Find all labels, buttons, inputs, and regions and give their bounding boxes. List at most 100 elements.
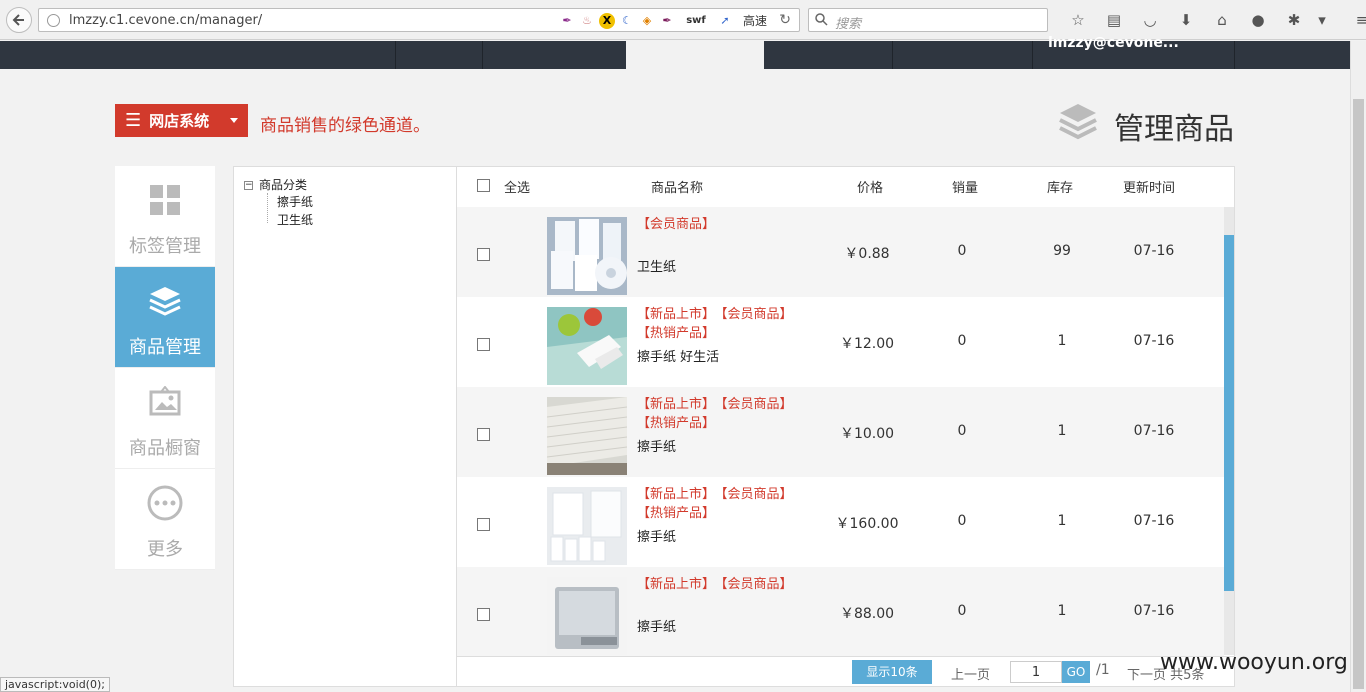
table-row[interactable]: 【会员商品】 卫生纸 ￥0.88 0 99 07-16 — [457, 207, 1224, 297]
menu-label: 商品管理 — [129, 337, 201, 358]
product-price: ￥88.00 — [839, 606, 895, 622]
address-bar[interactable]: lmzzy.c1.cevone.cn/manager/ ✒ ♨ X ☾ ◈ ✒ … — [38, 8, 800, 32]
tag-new: 【新品上市】 — [637, 487, 716, 502]
product-image[interactable] — [547, 577, 627, 655]
tag-member: 【会员商品】 — [637, 217, 716, 232]
dropdown-icon[interactable]: ▾ — [1312, 10, 1332, 30]
header-divider — [482, 41, 483, 69]
product-stock: 1 — [1057, 423, 1067, 439]
feather-icon[interactable]: ✒ — [559, 13, 575, 29]
row-checkbox[interactable] — [477, 248, 490, 261]
picture-icon — [149, 386, 181, 416]
x-addon-icon[interactable]: X — [599, 12, 615, 29]
product-stock: 1 — [1057, 603, 1067, 619]
menu-item-more[interactable]: 更多 — [115, 469, 215, 570]
product-name[interactable]: 擦手纸 — [637, 616, 676, 635]
chat-icon[interactable]: ● — [1240, 10, 1276, 30]
reload-icon[interactable]: ↻ — [779, 12, 791, 28]
grid-icon — [150, 185, 180, 215]
product-name[interactable]: 擦手纸 — [637, 436, 676, 455]
swirl-icon[interactable]: ☾ — [619, 13, 635, 29]
tag-hot: 【热销产品】 — [637, 506, 716, 521]
product-stock: 1 — [1057, 333, 1067, 349]
header-stock: 库存 — [1047, 181, 1074, 196]
browser-search-input[interactable]: 搜索 — [808, 8, 1048, 32]
product-image[interactable] — [547, 397, 627, 475]
product-stock: 1 — [1057, 513, 1067, 529]
table-scrollbar[interactable] — [1224, 207, 1234, 655]
bug-icon[interactable]: ✱ — [1276, 10, 1312, 30]
collapse-icon[interactable]: − — [244, 181, 253, 190]
tree-root[interactable]: − 商品分类 — [244, 176, 307, 193]
product-updated: 07-16 — [1133, 243, 1175, 259]
tag-member: 【会员商品】 — [721, 487, 793, 502]
download-icon[interactable]: ⬇ — [1168, 10, 1204, 30]
product-price: ￥0.88 — [844, 246, 890, 262]
row-checkbox[interactable] — [477, 608, 490, 621]
slogan: 商品销售的绿色通道。 — [260, 116, 430, 136]
bookmark-star-icon[interactable]: ☆ — [1060, 10, 1096, 30]
menu-item-showcase[interactable]: 商品橱窗 — [115, 368, 215, 469]
back-button[interactable] — [6, 7, 32, 33]
product-price: ￥160.00 — [835, 516, 899, 532]
product-stock: 99 — [1053, 243, 1071, 259]
tree-connector — [267, 193, 268, 223]
app-header: lmzzy@cevone... — [0, 35, 1350, 69]
table-row[interactable]: 【新品上市】 【会员商品】 【热销产品】 擦手纸 好生活 ￥12.00 0 1 0… — [457, 297, 1224, 387]
system-button-label: 网店系统 — [149, 112, 210, 130]
product-image[interactable] — [547, 487, 627, 565]
system-dropdown-button[interactable]: ☰ 网店系统 — [115, 104, 248, 137]
tree-item-toilet-paper[interactable]: 卫生纸 — [277, 211, 313, 228]
page-scrollbar-thumb[interactable] — [1353, 99, 1364, 689]
menu-item-products[interactable]: 商品管理 — [115, 267, 215, 368]
page-number-input[interactable] — [1010, 661, 1062, 683]
go-button[interactable]: GO — [1062, 661, 1090, 683]
row-checkbox[interactable] — [477, 338, 490, 351]
product-updated: 07-16 — [1133, 333, 1175, 349]
header-select-all[interactable]: 全选 — [504, 177, 530, 196]
more-icon — [147, 485, 183, 521]
menu-item-tags[interactable]: 标签管理 — [115, 166, 215, 267]
select-all-checkbox[interactable] — [477, 179, 490, 192]
table-row[interactable]: 【新品上市】 【会员商品】 【热销产品】 擦手纸 ￥160.00 0 1 07-1… — [457, 477, 1224, 567]
product-tags: 【会员商品】 — [637, 215, 817, 234]
java-icon[interactable]: ♨ — [579, 13, 595, 29]
table-row[interactable]: 【新品上市】 【会员商品】 擦手纸 ￥88.00 0 1 07-16 — [457, 567, 1224, 656]
product-image[interactable] — [547, 307, 627, 385]
table-scrollbar-thumb[interactable] — [1224, 235, 1234, 591]
pocket-icon[interactable]: ◡ — [1132, 10, 1168, 30]
header-tab-active[interactable] — [626, 41, 764, 69]
shield-addon-icon[interactable]: ◈ — [639, 13, 655, 29]
swf-icon[interactable]: swf — [679, 13, 713, 29]
pen-icon[interactable]: ✒ — [659, 13, 675, 29]
show-count-button[interactable]: 显示10条 — [852, 660, 932, 684]
header-price: 价格 — [857, 181, 884, 196]
product-updated: 07-16 — [1133, 423, 1175, 439]
product-table: 全选 商品名称 价格 销量 库存 更新时间 【会员商品】 卫生纸 ￥0.88 0… — [457, 167, 1224, 656]
row-checkbox[interactable] — [477, 428, 490, 441]
user-account[interactable]: lmzzy@cevone... — [1048, 35, 1179, 51]
page-scrollbar[interactable] — [1350, 41, 1366, 692]
product-name[interactable]: 擦手纸 好生活 — [637, 346, 719, 365]
menu-label: 商品橱窗 — [129, 438, 201, 459]
header-sales: 销量 — [952, 181, 979, 196]
product-name[interactable]: 卫生纸 — [637, 256, 676, 275]
tag-new: 【新品上市】 — [637, 397, 716, 412]
caret-down-icon — [230, 118, 238, 123]
back-arrow-icon — [12, 14, 24, 26]
reader-icon[interactable]: ▤ — [1096, 10, 1132, 30]
speed-icon[interactable]: ➚ — [717, 13, 733, 29]
product-image[interactable] — [547, 217, 627, 295]
tree-item-hand-towel[interactable]: 擦手纸 — [277, 193, 313, 210]
home-icon[interactable]: ⌂ — [1204, 10, 1240, 30]
product-tags: 【新品上市】 【会员商品】 — [637, 575, 817, 594]
speed-label[interactable]: 高速 — [743, 12, 767, 29]
pagination: 显示10条 上一页 GO /1 下一页 共5条 — [457, 656, 1234, 686]
menu-icon[interactable]: ≡ — [1344, 10, 1366, 30]
product-sales: 0 — [957, 513, 967, 529]
product-name[interactable]: 擦手纸 — [637, 526, 676, 545]
table-row[interactable]: 【新品上市】 【会员商品】 【热销产品】 擦手纸 ￥10.00 0 1 07-16 — [457, 387, 1224, 477]
product-tags: 【新品上市】 【会员商品】 【热销产品】 — [637, 485, 817, 523]
row-checkbox[interactable] — [477, 518, 490, 531]
prev-page-link[interactable]: 上一页 — [951, 664, 990, 683]
